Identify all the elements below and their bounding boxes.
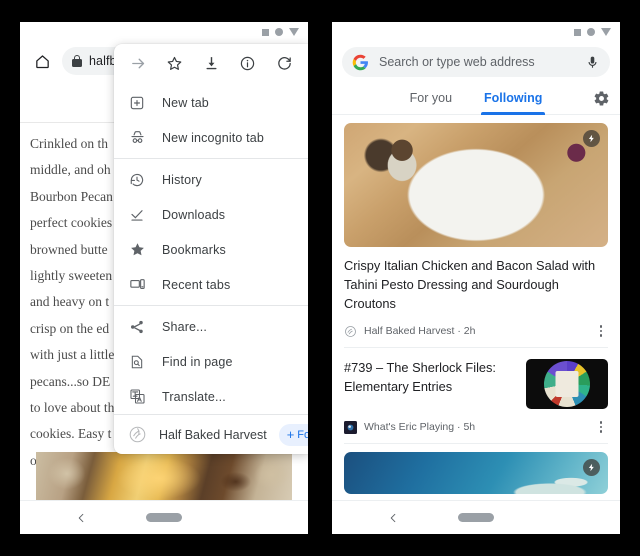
amp-lightning-icon (583, 459, 600, 476)
menu-item-share[interactable]: Share... (114, 309, 308, 344)
right-nav-bar (332, 500, 620, 534)
menu-divider (114, 158, 308, 159)
menu-item-label: Share... (162, 319, 207, 334)
incognito-icon (128, 129, 146, 147)
menu-item-new-tab[interactable]: New tab (114, 85, 308, 120)
recent-tabs-icon (128, 276, 146, 294)
amp-lightning-icon (583, 130, 600, 147)
downloads-icon (128, 206, 146, 224)
feed-tabs: For you Following (332, 82, 620, 115)
plus-icon: + (286, 427, 295, 442)
menu-item-label: New incognito tab (162, 130, 264, 145)
bookmark-star-icon[interactable] (164, 52, 186, 74)
card-hero-image-wrap (344, 452, 608, 494)
row-card-content: #739 – The Sherlock Files: Elementary En… (344, 348, 608, 409)
menu-item-downloads[interactable]: Downloads (114, 197, 308, 232)
menu-item-history[interactable]: History (114, 162, 308, 197)
crispy-italian-chicken-salad-photo (344, 123, 608, 247)
tab-label: Following (484, 91, 543, 105)
menu-item-label: New tab (162, 95, 209, 110)
menu-item-label: Bookmarks (162, 242, 226, 257)
circle-icon (275, 28, 283, 36)
card-meta: What's Eric Playing · 5h (344, 420, 608, 443)
home-pill[interactable] (458, 513, 494, 522)
whale-underwater-photo (344, 452, 608, 494)
half-baked-harvest-favicon (128, 425, 147, 444)
follow-button-label: Follow (297, 428, 308, 441)
chrome-overflow-menu: New tab New incognito tab History Downlo… (114, 44, 308, 454)
menu-item-label: Translate... (162, 389, 226, 404)
page-info-icon[interactable] (237, 52, 259, 74)
back-chevron-icon[interactable] (384, 509, 402, 527)
menu-item-find-in-page[interactable]: Find in page (114, 344, 308, 379)
history-icon (128, 171, 146, 189)
new-tab-icon (128, 94, 146, 112)
back-chevron-icon[interactable] (72, 509, 90, 527)
feed-divider (344, 443, 608, 444)
card-source-and-time: Half Baked Harvest · 2h (364, 325, 476, 337)
tab-for-you[interactable]: For you (394, 82, 468, 115)
tab-following[interactable]: Following (468, 82, 558, 115)
menu-follow-row: Half Baked Harvest + Follow (114, 414, 308, 454)
menu-item-label: Recent tabs (162, 277, 231, 292)
follow-button[interactable]: + Follow (278, 423, 308, 446)
kebab-menu-icon[interactable] (594, 324, 608, 338)
feed-card-sherlock[interactable]: #739 – The Sherlock Files: Elementary En… (332, 348, 620, 443)
menu-quick-actions (114, 44, 308, 82)
sherlock-files-board-game-thumbnail (526, 359, 608, 409)
menu-divider (114, 305, 308, 306)
translate-icon (128, 388, 146, 406)
home-pill[interactable] (146, 513, 182, 522)
menu-item-label: Find in page (162, 354, 233, 369)
row-card-text: #739 – The Sherlock Files: Elementary En… (344, 358, 514, 396)
lock-icon (72, 55, 82, 67)
left-phone-screen: halfba — H A L F H A R Crinkled on th mi… (20, 22, 308, 534)
tab-label: For you (409, 91, 453, 105)
microphone-icon[interactable] (585, 54, 600, 71)
bookmarks-star-icon (128, 241, 146, 259)
menu-items-list: New tab New incognito tab History Downlo… (114, 82, 308, 414)
square-icon (262, 28, 269, 36)
google-g-icon (352, 54, 369, 71)
card-hero-image-wrap (344, 123, 608, 247)
article-feed: Crispy Italian Chicken and Bacon Salad w… (332, 115, 620, 500)
share-icon (128, 318, 146, 336)
home-icon[interactable] (28, 47, 56, 75)
card-title: #739 – The Sherlock Files: Elementary En… (344, 360, 496, 394)
right-phone-screen: Search or type web address For you Follo… (332, 22, 620, 534)
menu-item-label: Downloads (162, 207, 226, 222)
right-status-bar (332, 22, 620, 42)
download-icon[interactable] (200, 52, 222, 74)
card-title: Crispy Italian Chicken and Bacon Salad w… (344, 258, 596, 311)
left-status-bar (20, 22, 308, 42)
whats-eric-playing-favicon (344, 420, 357, 434)
menu-item-translate[interactable]: Translate... (114, 379, 308, 414)
search-input[interactable]: Search or type web address (342, 47, 610, 77)
menu-item-bookmarks[interactable]: Bookmarks (114, 232, 308, 267)
screenshot-stage: halfba — H A L F H A R Crinkled on th mi… (0, 0, 640, 556)
menu-item-recent-tabs[interactable]: Recent tabs (114, 267, 308, 302)
menu-item-new-incognito-tab[interactable]: New incognito tab (114, 120, 308, 155)
kebab-menu-icon[interactable] (594, 420, 608, 434)
half-baked-harvest-favicon (344, 325, 357, 338)
triangle-down-icon (601, 28, 611, 36)
triangle-down-icon (289, 28, 299, 36)
circle-icon (587, 28, 595, 36)
reload-icon[interactable] (273, 52, 295, 74)
gear-icon[interactable] (593, 90, 610, 107)
article-image (36, 452, 292, 500)
search-placeholder: Search or type web address (379, 55, 535, 69)
feed-card-salad[interactable]: Crispy Italian Chicken and Bacon Salad w… (332, 123, 620, 347)
follow-site-name: Half Baked Harvest (159, 427, 267, 442)
forward-icon[interactable] (127, 52, 149, 74)
square-icon (574, 28, 581, 36)
new-tab-search-bar: Search or type web address (332, 42, 620, 82)
card-source-and-time: What's Eric Playing · 5h (364, 421, 476, 433)
left-nav-bar (20, 500, 308, 534)
find-in-page-icon (128, 353, 146, 371)
menu-item-label: History (162, 172, 202, 187)
feed-card-whale[interactable] (332, 452, 620, 494)
card-meta: Half Baked Harvest · 2h (344, 324, 608, 347)
